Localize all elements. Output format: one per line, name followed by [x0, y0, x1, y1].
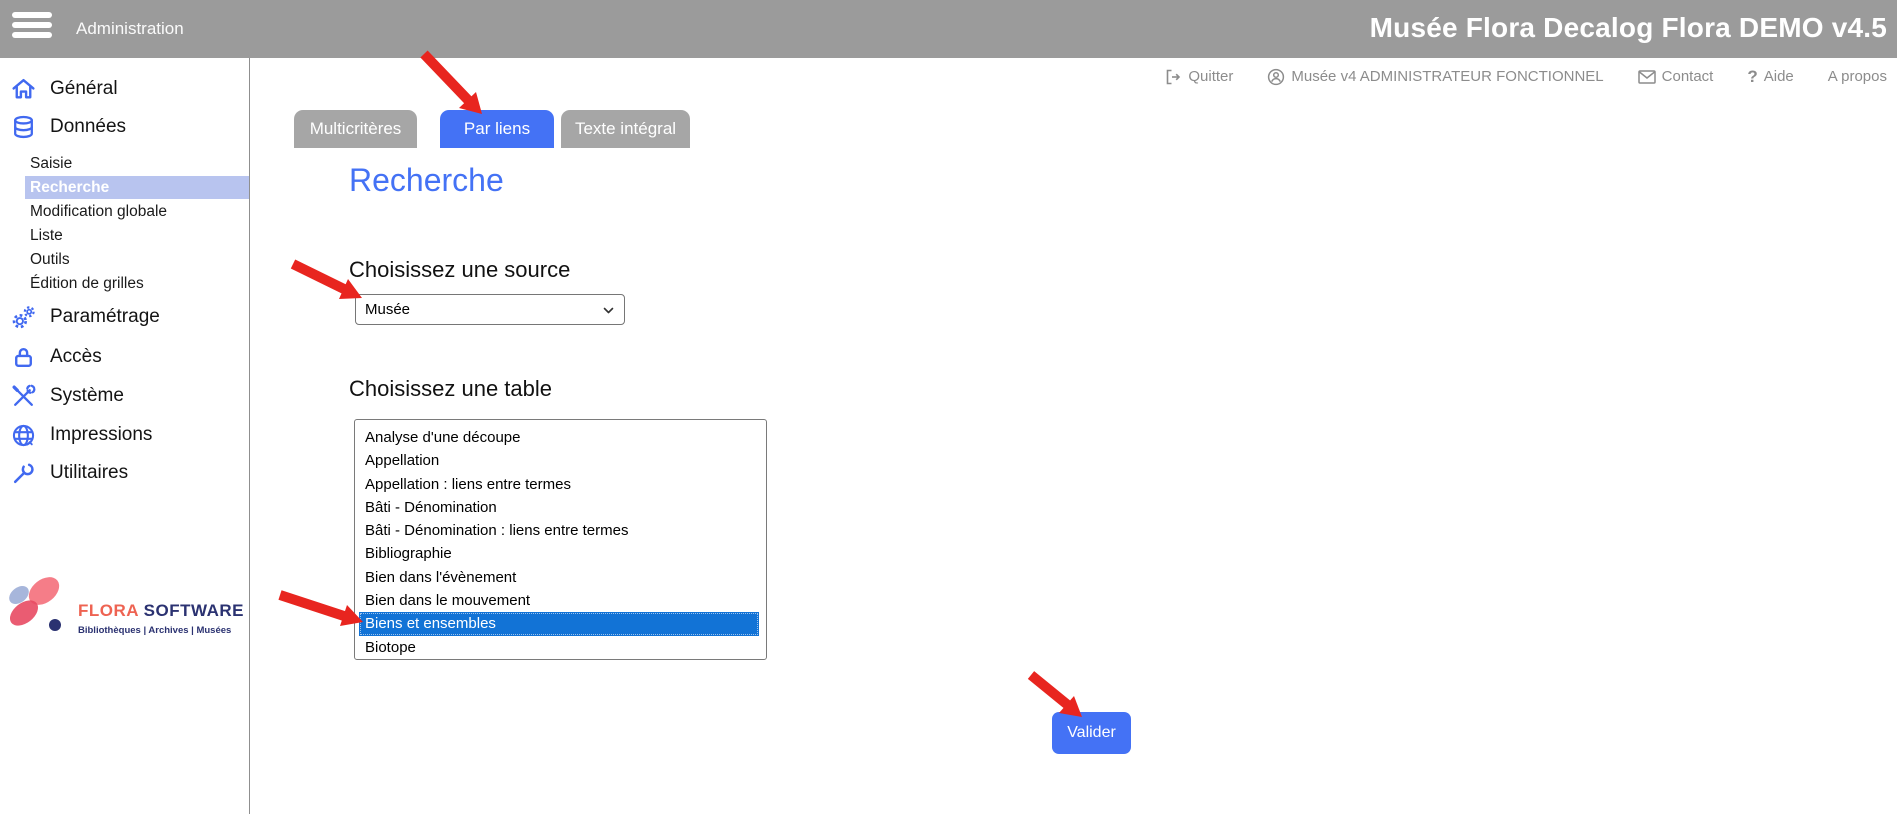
sidebar-item-systeme[interactable]: Système — [10, 381, 124, 411]
tools-icon — [10, 383, 37, 410]
arrow-to-selected-option — [280, 595, 363, 626]
help-link[interactable]: ? Aide — [1747, 67, 1793, 87]
sidebar-item-acces[interactable]: Accès — [10, 342, 102, 372]
home-icon — [10, 76, 37, 103]
butterfly-logo-icon — [4, 573, 72, 643]
sidebar-item-liste[interactable]: Liste — [30, 224, 63, 247]
arrow-to-valider-button — [1031, 675, 1082, 717]
contact-link[interactable]: Contact — [1638, 68, 1714, 85]
user-icon — [1267, 68, 1285, 86]
sidebar-item-saisie[interactable]: Saisie — [30, 152, 72, 175]
tab-par-liens[interactable]: Par liens — [440, 110, 554, 148]
listbox-option-selected[interactable]: Biens et ensembles — [359, 612, 759, 635]
brand-name: FLORA SOFTWARE — [78, 601, 244, 621]
tab-multicriteres[interactable]: Multicritères — [294, 110, 417, 148]
sidebar-item-outils[interactable]: Outils — [30, 248, 70, 271]
sidebar: Général Données Saisie Recherche Modific… — [0, 58, 250, 814]
sidebar-item-utilitaires[interactable]: Utilitaires — [10, 458, 128, 488]
listbox-option[interactable]: Bâti - Dénomination — [359, 496, 762, 519]
lock-icon — [10, 344, 37, 371]
page-title: Recherche — [349, 162, 504, 199]
database-icon — [10, 114, 37, 141]
table-label: Choisissez une table — [349, 376, 552, 402]
source-label: Choisissez une source — [349, 257, 570, 283]
question-mark-icon: ? — [1747, 67, 1757, 87]
brand-tagline: Bibliothèques | Archives | Musées — [78, 625, 231, 636]
sidebar-item-recherche[interactable]: Recherche — [25, 176, 249, 199]
user-account[interactable]: Musée v4 ADMINISTRATEUR FONCTIONNEL — [1267, 68, 1603, 86]
wrench-icon — [10, 460, 37, 487]
module-title: Administration — [76, 0, 184, 58]
sidebar-item-edition-grilles[interactable]: Édition de grilles — [30, 272, 144, 295]
source-select[interactable]: Musée — [355, 294, 625, 325]
source-select-value: Musée — [365, 295, 410, 325]
gears-icon — [10, 304, 37, 331]
hamburger-menu-icon[interactable] — [12, 12, 52, 44]
sidebar-item-parametrage[interactable]: Paramétrage — [10, 302, 160, 332]
application-window: Administration Musée Flora Decalog Flora… — [0, 0, 1897, 814]
listbox-option[interactable]: Analyse d'une découpe — [359, 426, 762, 449]
listbox-option[interactable]: Bâti - Dénomination : liens entre termes — [359, 519, 762, 542]
listbox-option[interactable]: Bibliographie — [359, 542, 762, 565]
sidebar-item-donnees[interactable]: Données — [10, 112, 126, 142]
envelope-icon — [1638, 70, 1656, 84]
logout-icon — [1164, 68, 1182, 86]
table-listbox[interactable]: Analyse d'une découpe Appellation Appell… — [354, 419, 767, 660]
sidebar-item-general[interactable]: Général — [10, 74, 118, 104]
listbox-option-clipped[interactable]: Biotope : liens entre termes — [359, 659, 762, 660]
globe-icon — [10, 422, 37, 449]
listbox-option[interactable]: Appellation : liens entre termes — [359, 473, 762, 496]
flora-software-logo: FLORA SOFTWARE Bibliothèques | Archives … — [4, 573, 244, 668]
annotation-arrows — [0, 0, 1897, 814]
quit-link[interactable]: Quitter — [1164, 68, 1233, 86]
top-header-bar: Administration Musée Flora Decalog Flora… — [0, 0, 1897, 58]
listbox-option[interactable]: Appellation — [359, 449, 762, 472]
listbox-option[interactable]: Biotope — [359, 636, 762, 659]
app-title: Musée Flora Decalog Flora DEMO v4.5 — [1370, 0, 1887, 56]
utility-bar: Quitter Musée v4 ADMINISTRATEUR FONCTION… — [251, 58, 1897, 95]
chevron-down-icon — [602, 304, 615, 317]
about-link[interactable]: A propos — [1828, 68, 1887, 85]
tab-texte-integral[interactable]: Texte intégral — [561, 110, 690, 148]
listbox-option[interactable]: Bien dans l'évènement — [359, 566, 762, 589]
listbox-option[interactable]: Bien dans le mouvement — [359, 589, 762, 612]
sidebar-item-impressions[interactable]: Impressions — [10, 420, 152, 450]
valider-button[interactable]: Valider — [1052, 712, 1131, 754]
sidebar-item-modification-globale[interactable]: Modification globale — [30, 200, 167, 223]
